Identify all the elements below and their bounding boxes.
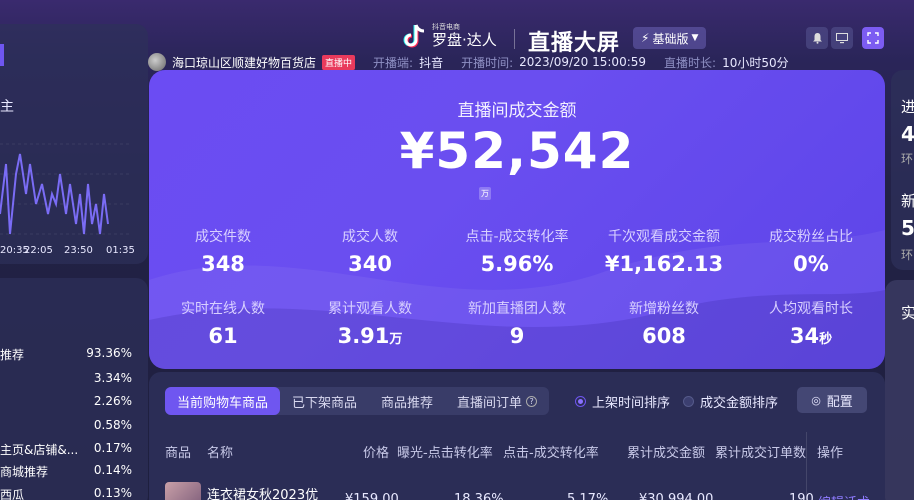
x-tick-2: 22:05: [24, 245, 53, 256]
shop-name: 海口琼山区顺建好物百货店: [172, 55, 317, 70]
gmv-overview-card: 直播间成交金额 ¥52,542 万 成交件数 348 成交人数 340 点击-成…: [149, 70, 885, 369]
col-header-exposure-click: 曝光-点击转化率: [397, 446, 493, 461]
metric-new-fans: 新增粉丝数 608: [629, 301, 699, 348]
tab-live-orders[interactable]: 直播间订单 ?: [445, 387, 549, 415]
source-row: 商城推荐 0.14%: [0, 463, 132, 479]
x-tick-4: 01:35: [106, 245, 135, 256]
right-label-1: 进: [901, 98, 914, 116]
metric-gpm: 千次观看成交金额 ¥1,162.13: [604, 229, 724, 276]
right-realtime-panel: 实: [885, 280, 914, 500]
x-tick-3: 23:50: [64, 245, 93, 256]
panel-accent-tag: [0, 44, 4, 66]
duration-label: 直播时长:: [664, 55, 717, 70]
radio-checked-icon: [575, 396, 586, 407]
douyin-logo-icon: [402, 22, 428, 50]
source-row: 2.26%: [93, 394, 132, 408]
tab-current-cart[interactable]: 当前购物车商品: [165, 387, 281, 415]
version-selector[interactable]: ⚡ 基础版 ▼: [633, 27, 707, 49]
gmv-value: ¥52,542: [399, 122, 635, 180]
avatar: [148, 53, 166, 71]
product-price: ¥159.00: [345, 492, 399, 500]
gmv-unit-toggle[interactable]: 万: [479, 187, 491, 200]
config-button[interactable]: ◎ 配置: [797, 387, 867, 413]
right-label-2: 新: [901, 192, 914, 210]
version-label: 基础版: [652, 31, 689, 46]
panel-title-partial: 主: [0, 99, 14, 115]
col-header-name: 名称: [207, 446, 234, 461]
product-orders: 190: [789, 492, 814, 500]
metric-new-group-members: 新加直播团人数 9: [468, 301, 566, 348]
left-trend-panel: 主 20:35 22:05 23:50 01:35: [0, 24, 148, 264]
compass-logo: 抖音电商 罗盘·达人: [402, 22, 497, 50]
product-name[interactable]: 连衣裙女秋2023优: [207, 484, 318, 500]
sort-by-gmv[interactable]: 成交金额排序: [683, 392, 778, 411]
trend-line: [0, 153, 109, 235]
right-value-2: 5: [901, 216, 914, 240]
metric-fan-ratio: 成交粉丝占比 0%: [769, 229, 853, 276]
metric-orders: 成交件数 348: [195, 229, 251, 276]
live-info-bar: 海口琼山区顺建好物百货店 直播中 开播端: 抖音 开播时间: 2023/09/2…: [148, 53, 789, 71]
product-cvr: 5.17%: [567, 492, 609, 500]
tab-removed-products[interactable]: 已下架商品: [280, 387, 369, 415]
trend-line-chart: [0, 143, 130, 235]
col-header-product: 商品: [165, 446, 192, 461]
start-time-value: 2023/09/20 15:00:59: [519, 55, 647, 69]
monitor-icon[interactable]: [831, 27, 853, 49]
logo-subtitle: 抖音电商: [432, 23, 460, 31]
column-divider: [806, 432, 807, 500]
left-traffic-source-panel: 推荐 93.36% 3.34% 2.26% 0.58% 主页&店铺&... 0.17…: [0, 278, 148, 500]
product-tabs: 当前购物车商品 已下架商品 商品推荐 直播间订单 ?: [165, 387, 550, 415]
metric-total-viewers: 累计观看人数 3.91万: [328, 301, 412, 348]
product-table-panel: 当前购物车商品 已下架商品 商品推荐 直播间订单 ? 上架时间排序 成交金额排序…: [149, 372, 885, 500]
right-value-1: 4: [901, 122, 914, 146]
source-row: 推荐 93.36%: [0, 346, 132, 362]
live-status-badge: 直播中: [322, 54, 356, 70]
lightning-icon: ⚡: [641, 31, 650, 45]
sort-by-listing-time[interactable]: 上架时间排序: [575, 392, 670, 411]
col-header-total-orders: 累计成交订单数: [715, 446, 807, 461]
gmv-label: 直播间成交金额: [457, 101, 577, 121]
platform-value: 抖音: [419, 55, 444, 70]
start-time-label: 开播时间:: [461, 55, 514, 70]
right-stats-panel: 进 4 环 新 5 环: [891, 70, 914, 270]
source-row: 3.34%: [93, 371, 132, 385]
source-row: 西瓜 0.13%: [0, 486, 132, 500]
help-icon[interactable]: ?: [526, 395, 538, 407]
fullscreen-icon[interactable]: [862, 27, 884, 49]
source-row: 主页&店铺&... 0.17%: [0, 441, 132, 457]
caret-down-icon: ▼: [691, 33, 699, 43]
col-header-action: 操作: [817, 446, 844, 461]
metric-online-users: 实时在线人数 61: [181, 301, 265, 348]
right-sub-2: 环: [901, 248, 914, 262]
edit-script-link[interactable]: 编辑话术: [818, 492, 870, 500]
radio-unchecked-icon: [683, 396, 694, 407]
product-gmv: ¥30,994.00: [639, 492, 714, 500]
right-sub-1: 环: [901, 152, 914, 166]
col-header-click-conversion: 点击-成交转化率: [503, 446, 599, 461]
tab-product-recommend[interactable]: 商品推荐: [369, 387, 445, 415]
platform-label: 开播端:: [373, 55, 414, 70]
duration-value: 10小时50分: [722, 55, 789, 70]
product-thumbnail[interactable]: [165, 482, 201, 500]
product-ctr: 18.36%: [454, 492, 504, 500]
metric-buyers: 成交人数 340: [342, 229, 398, 276]
metric-avg-watch-time: 人均观看时长 34秒: [769, 301, 853, 348]
settings-icon: ◎: [811, 393, 821, 407]
right-label-3: 实: [901, 304, 914, 322]
col-header-total-gmv: 累计成交金额: [627, 446, 706, 461]
metric-click-conversion: 点击-成交转化率 5.96%: [465, 229, 569, 276]
bell-icon[interactable]: [806, 27, 828, 49]
logo-title: 罗盘·达人: [432, 31, 497, 49]
header-divider: [514, 29, 515, 49]
col-header-price: 价格: [363, 446, 390, 461]
source-row: 0.58%: [93, 418, 132, 432]
